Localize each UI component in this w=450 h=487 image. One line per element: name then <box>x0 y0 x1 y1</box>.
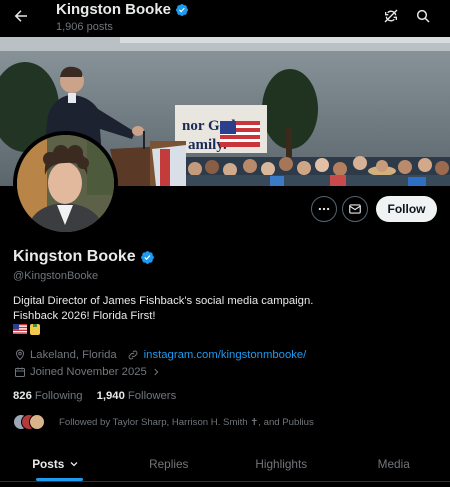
profile-avatar[interactable] <box>13 131 118 236</box>
followed-by-avatars <box>13 414 53 430</box>
message-button[interactable] <box>342 196 368 222</box>
us-flag-icon <box>13 324 27 334</box>
following-count: 826 <box>13 390 32 402</box>
profile-joined: Joined November 2025 <box>30 365 147 378</box>
envelope-icon <box>349 204 361 214</box>
back-button[interactable] <box>10 5 32 27</box>
pineapple-icon <box>30 324 40 335</box>
followed-by-text: Followed by Taylor Sharp, Harrison H. Sm… <box>59 416 314 428</box>
top-bar: Kingston Booke 1,906 posts <box>0 0 450 37</box>
header-name: Kingston Booke <box>56 1 171 18</box>
calendar-icon <box>13 365 26 378</box>
profile-handle: @KingstonBooke <box>13 270 99 282</box>
followers-label: Followers <box>127 390 177 402</box>
chevron-down-icon <box>70 462 78 467</box>
tab-label: Replies <box>149 457 189 471</box>
profile-location: Lakeland, Florida <box>30 348 117 361</box>
chevron-right-icon <box>150 365 163 378</box>
tabs-divider <box>0 481 450 482</box>
profile-website-link[interactable]: instagram.com/kingstonmbooke/ <box>144 349 307 361</box>
profile-name: Kingston Booke <box>13 248 136 265</box>
search-icon <box>416 9 430 23</box>
post-count: 1,906 posts <box>56 21 113 33</box>
verified-badge-icon[interactable] <box>140 250 155 265</box>
follow-stats: 826 Following 1,940 Followers <box>13 390 176 402</box>
tab-label: Highlights <box>255 457 308 471</box>
bio-line-2: Fishback 2026! Florida First! <box>13 310 156 322</box>
tab-label: Media <box>377 457 410 471</box>
header-title: Kingston Booke <box>56 1 189 18</box>
bio-emoji-row <box>13 324 40 335</box>
followers-count: 1,940 <box>96 390 125 402</box>
followers-stat[interactable]: 1,940 Followers <box>97 390 177 402</box>
verified-badge-icon <box>176 3 188 16</box>
mutual-avatar <box>29 414 45 430</box>
refresh-button[interactable] <box>381 6 401 26</box>
following-stat[interactable]: 826 Following <box>13 390 83 402</box>
bio-line-1: Digital Director of James Fishback's soc… <box>13 295 314 307</box>
arrow-left-icon <box>14 10 27 22</box>
location-pin-icon <box>13 348 26 361</box>
tab-label: Posts <box>32 457 65 471</box>
following-label: Following <box>34 390 83 402</box>
search-button[interactable] <box>413 6 433 26</box>
joined-date-row[interactable]: Joined November 2025 <box>13 365 167 378</box>
profile-meta-row-1: Lakeland, Florida instagram.com/kingston… <box>13 348 306 361</box>
profile-name-row: Kingston Booke <box>13 248 155 266</box>
followed-by-row[interactable]: Followed by Taylor Sharp, Harrison H. Sm… <box>13 414 314 430</box>
more-button[interactable] <box>311 196 337 222</box>
follow-button[interactable]: Follow <box>376 196 437 222</box>
link-icon <box>127 348 140 361</box>
refresh-slash-icon <box>384 9 398 23</box>
more-horizontal-icon <box>318 207 330 211</box>
profile-bio: Digital Director of James Fishback's soc… <box>13 294 433 324</box>
